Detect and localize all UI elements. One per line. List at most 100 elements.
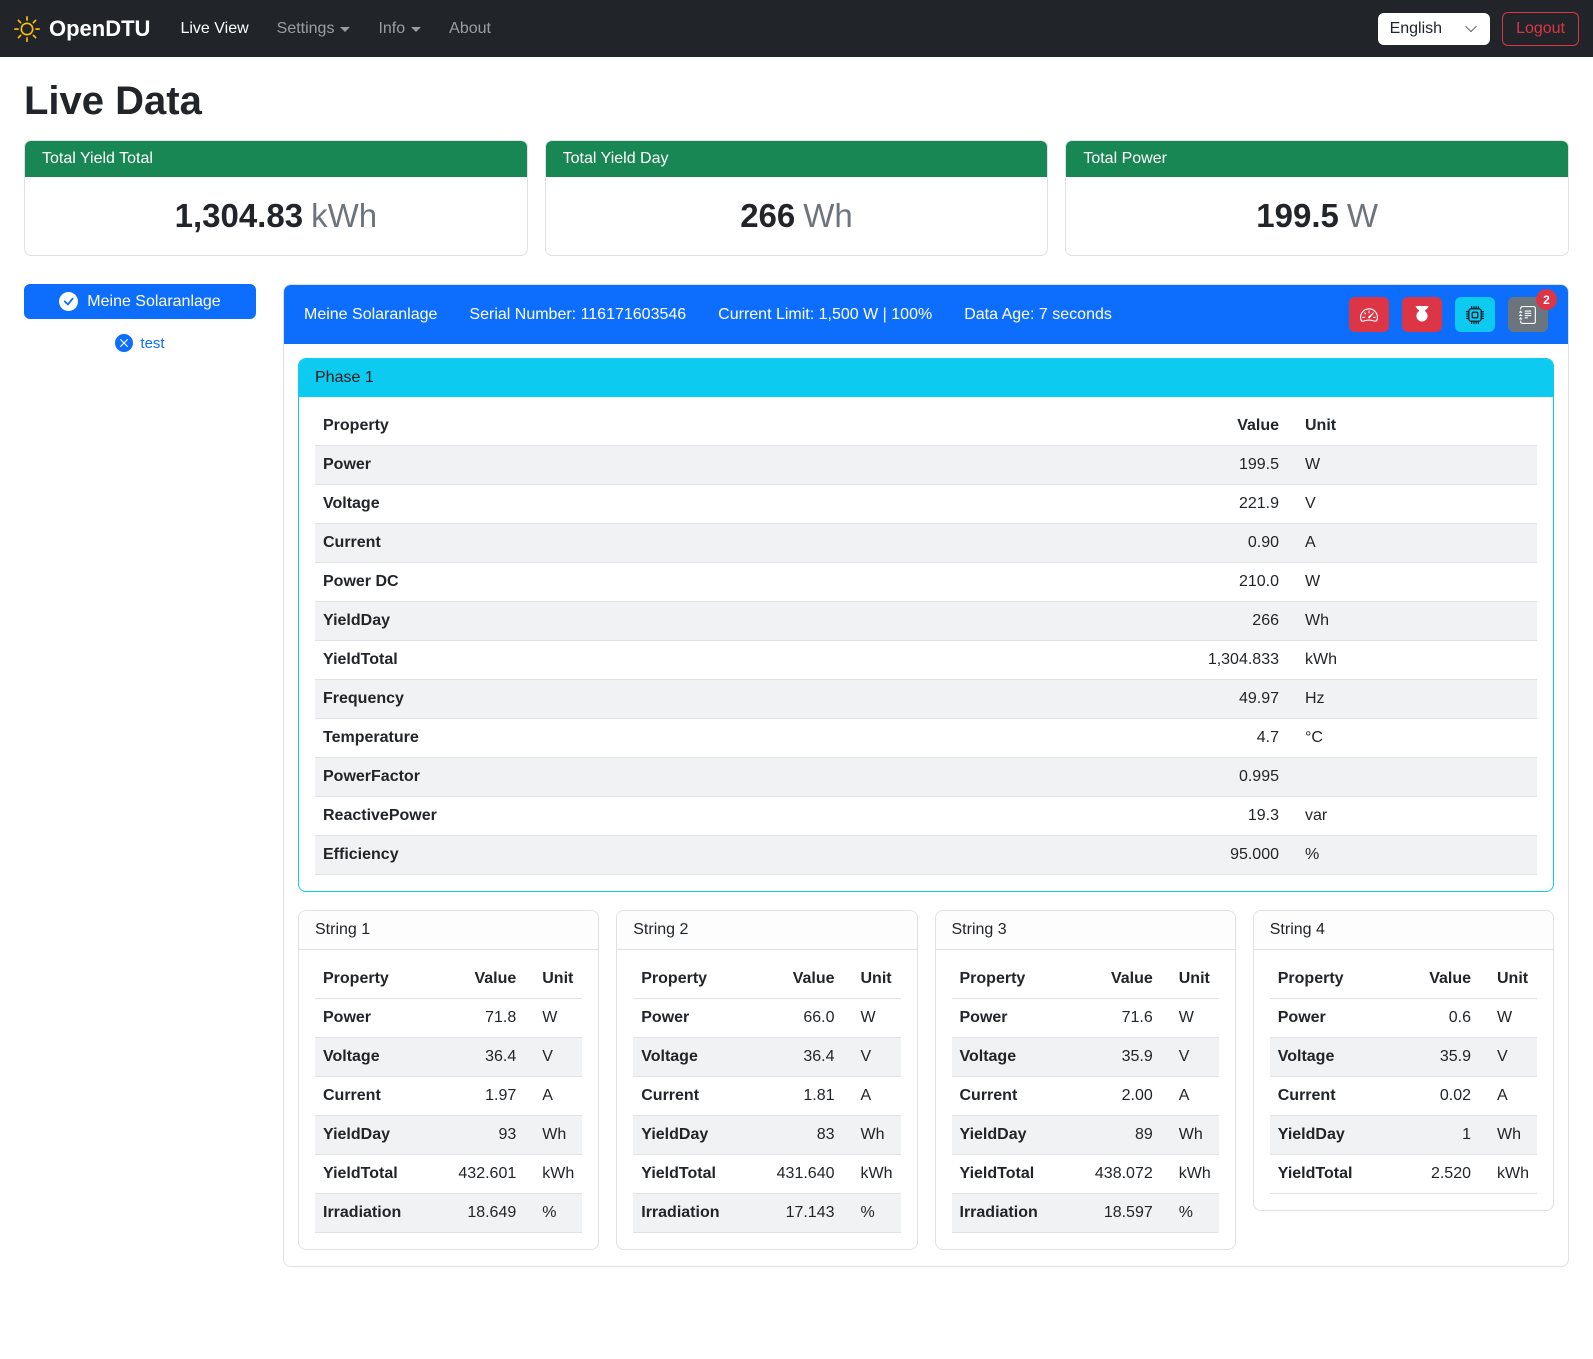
row-unit: kWh (1479, 1155, 1537, 1194)
table-row: YieldTotal1,304.833kWh (315, 641, 1537, 680)
row-value: 71.6 (1067, 999, 1161, 1038)
row-unit: % (1161, 1194, 1219, 1233)
row-value: 431.640 (749, 1155, 843, 1194)
inverter-select-button[interactable]: Meine Solaranlage (24, 284, 256, 319)
nav-item-info[interactable]: Info (366, 12, 433, 46)
value: 199.5 (1256, 197, 1339, 234)
table-row: Current0.90A (315, 524, 1537, 563)
row-value: 18.597 (1067, 1194, 1161, 1233)
card-total-power: Total Power 199.5W (1065, 140, 1569, 256)
table-header-row: Property Value Unit (1270, 960, 1537, 999)
row-unit: Wh (524, 1116, 582, 1155)
inverter-current-limit: Current Limit: 1,500 W | 100% (718, 306, 932, 324)
column-header-unit: Unit (1479, 960, 1537, 999)
row-value: 71.8 (431, 999, 525, 1038)
row-value: 1,304.833 (1117, 641, 1287, 680)
row-value: 0.995 (1117, 758, 1287, 797)
row-unit: W (1479, 999, 1537, 1038)
string-card: String 4 Property Value Unit Power0.6WVo… (1253, 910, 1554, 1211)
row-unit: A (843, 1077, 901, 1116)
row-value: 199.5 (1117, 446, 1287, 485)
power-toggle-button[interactable] (1402, 297, 1442, 332)
row-unit: kWh (843, 1155, 901, 1194)
unit: Wh (803, 197, 853, 234)
table-row: Voltage221.9V (315, 485, 1537, 524)
row-value: 1.97 (431, 1077, 525, 1116)
table-row: YieldDay89Wh (952, 1116, 1219, 1155)
device-info-button[interactable] (1455, 297, 1495, 332)
row-value: 83 (749, 1116, 843, 1155)
cpu-icon (1466, 306, 1484, 324)
column-header-property: Property (952, 960, 1068, 999)
row-property: YieldTotal (1270, 1155, 1386, 1194)
row-unit: W (1287, 563, 1537, 602)
row-property: YieldDay (315, 602, 1117, 641)
table-header-row: Property Value Unit (633, 960, 900, 999)
limit-settings-button[interactable] (1349, 297, 1389, 332)
logout-button[interactable]: Logout (1502, 12, 1579, 46)
event-log-button[interactable]: 2 (1508, 297, 1548, 332)
row-unit: A (1287, 524, 1537, 563)
row-unit: kWh (524, 1155, 582, 1194)
table-row: YieldDay1Wh (1270, 1116, 1537, 1155)
row-property: Current (315, 1077, 431, 1116)
nav-item-about[interactable]: About (437, 12, 503, 46)
column-header-unit: Unit (1161, 960, 1219, 999)
card-title: Total Yield Total (25, 141, 527, 177)
inverter-card: Meine Solaranlage Serial Number: 1161716… (283, 284, 1569, 1267)
table-row: YieldDay266Wh (315, 602, 1537, 641)
language-select[interactable]: English (1378, 13, 1490, 45)
nav-item-label: Settings (277, 20, 335, 38)
table-row: YieldTotal438.072kWh (952, 1155, 1219, 1194)
column-header-unit: Unit (1287, 407, 1537, 446)
inverter-card-header: Meine Solaranlage Serial Number: 1161716… (284, 285, 1568, 344)
row-property: Current (1270, 1077, 1386, 1116)
nav-item-label: Live View (180, 20, 248, 38)
row-value: 266 (1117, 602, 1287, 641)
row-value: 36.4 (749, 1038, 843, 1077)
column-header-property: Property (1270, 960, 1386, 999)
row-unit: kWh (1161, 1155, 1219, 1194)
row-property: Power (1270, 999, 1386, 1038)
row-property: Frequency (315, 680, 1117, 719)
language-select-value: English (1390, 20, 1442, 38)
column-header-value: Value (1117, 407, 1287, 446)
table-row: PowerFactor0.995 (315, 758, 1537, 797)
chevron-down-icon (1464, 22, 1478, 36)
row-unit: Wh (1287, 602, 1537, 641)
table-row: Current0.02A (1270, 1077, 1537, 1116)
navbar-right: English Logout (1378, 12, 1579, 46)
string-card-body: Property Value Unit Power0.6WVoltage35.9… (1254, 950, 1553, 1210)
row-value: 0.90 (1117, 524, 1287, 563)
table-row: Irradiation17.143% (633, 1194, 900, 1233)
page-container: Live Data Total Yield Total 1,304.83kWh … (0, 57, 1593, 1291)
brand[interactable]: OpenDTU (14, 16, 150, 42)
row-unit: % (1287, 836, 1537, 875)
row-value: 210.0 (1117, 563, 1287, 602)
string-card-title: String 1 (299, 911, 598, 950)
row-value: 221.9 (1117, 485, 1287, 524)
inverter-card-body: Phase 1 Property Value Unit Power199.5WV… (284, 344, 1568, 1266)
phase-panel-body: Property Value Unit Power199.5WVoltage22… (299, 397, 1553, 891)
row-property: Power (315, 446, 1117, 485)
string-card: String 2 Property Value Unit Power66.0WV… (616, 910, 917, 1250)
sidebar-item-test[interactable]: test (24, 334, 256, 352)
table-header-row: Property Value Unit (952, 960, 1219, 999)
nav-item-live-view[interactable]: Live View (168, 12, 260, 46)
row-property: Voltage (633, 1038, 749, 1077)
row-value: 35.9 (1067, 1038, 1161, 1077)
row-property: Voltage (315, 485, 1117, 524)
nav-item-settings[interactable]: Settings (265, 12, 363, 46)
phase-table: Property Value Unit Power199.5WVoltage22… (315, 407, 1537, 875)
table-row: Power66.0W (633, 999, 900, 1038)
caret-down-icon (340, 27, 350, 32)
event-log-icon (1519, 306, 1537, 324)
card-total-yield-day: Total Yield Day 266Wh (545, 140, 1049, 256)
row-property: YieldDay (315, 1116, 431, 1155)
table-row: Power71.6W (952, 999, 1219, 1038)
string-card-body: Property Value Unit Power66.0WVoltage36.… (617, 950, 916, 1249)
x-circle-icon (115, 334, 133, 352)
row-value: 1.81 (749, 1077, 843, 1116)
row-unit: °C (1287, 719, 1537, 758)
row-value: 89 (1067, 1116, 1161, 1155)
